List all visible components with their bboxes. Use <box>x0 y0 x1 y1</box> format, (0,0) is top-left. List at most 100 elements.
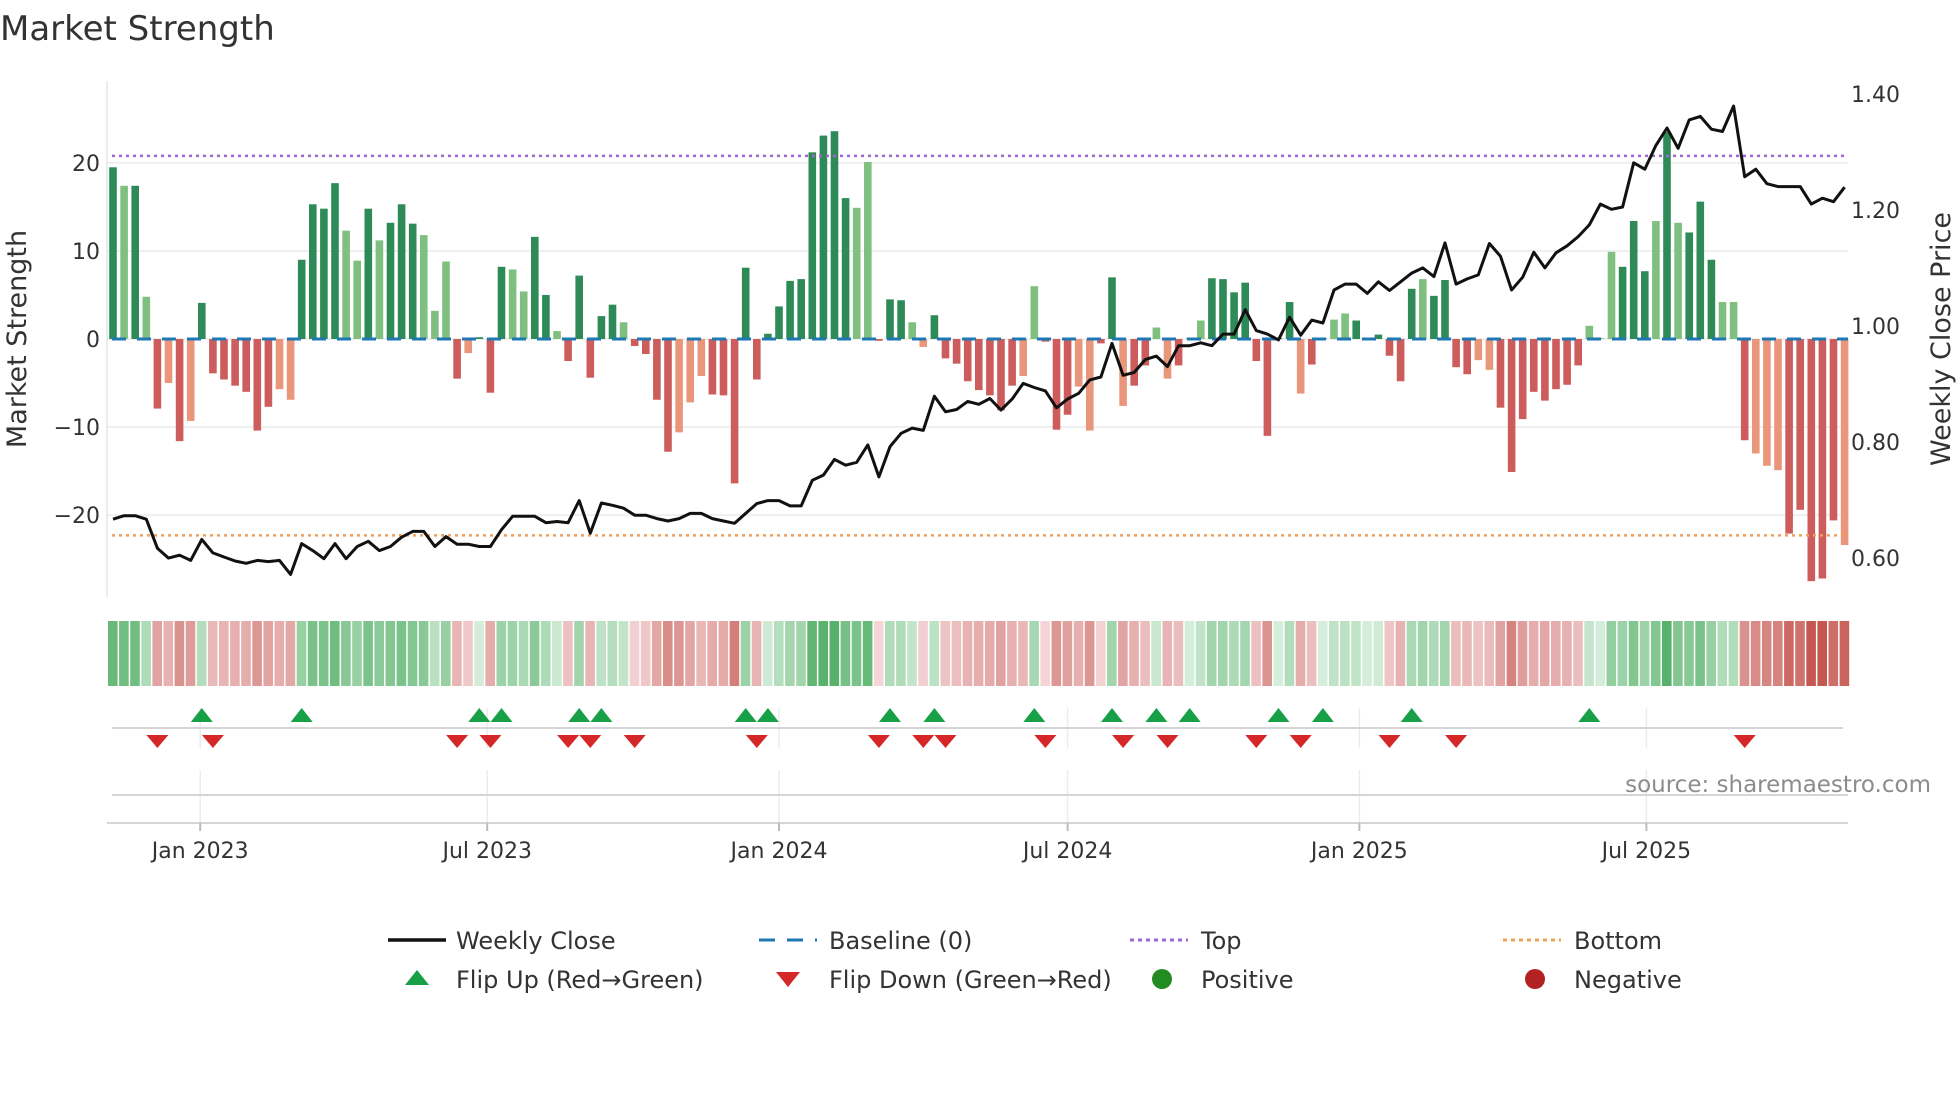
flip-down-marker <box>1378 735 1401 748</box>
heat-strip-cell <box>1728 621 1739 686</box>
strength-bar <box>1341 313 1349 339</box>
heat-strip-cell <box>1773 621 1783 686</box>
strength-bar <box>1197 320 1205 339</box>
strength-bar <box>686 339 694 403</box>
heat-strip-cell <box>540 621 551 686</box>
flip-down-marker <box>623 735 646 748</box>
strength-bar <box>575 275 583 339</box>
heat-strip-cell <box>1040 621 1050 686</box>
heat-strip-cell <box>1107 621 1117 686</box>
strength-bar <box>786 280 794 339</box>
heat-strip-cell <box>1795 621 1805 686</box>
heat-strip-cell <box>640 621 651 686</box>
strength-bar <box>1729 302 1738 339</box>
heat-strip-cell <box>1451 621 1461 686</box>
strength-bar <box>997 339 1005 411</box>
heat-strip-cell <box>529 621 540 686</box>
heat-strip-cell <box>1218 621 1228 686</box>
strength-bar <box>753 339 761 380</box>
heat-strip-cell <box>1406 621 1417 686</box>
strength-bar <box>1774 339 1782 471</box>
strength-bar <box>597 316 606 339</box>
flip-down-marker <box>201 735 224 748</box>
strength-bar <box>653 339 661 400</box>
heat-strip-cell <box>330 621 340 686</box>
strength-bar <box>1330 319 1338 339</box>
heat-strip-cell <box>1084 621 1095 686</box>
strength-bar <box>1829 339 1838 521</box>
strength-bar <box>231 339 239 386</box>
flip-down-marker <box>1289 735 1312 748</box>
y-tick-label: 20 <box>72 152 100 177</box>
heat-strip-cell <box>374 621 384 686</box>
heat-strip-cell <box>1817 621 1827 686</box>
heat-strip-cell <box>1118 621 1128 686</box>
strength-bar <box>1219 279 1227 339</box>
strength-bar <box>1718 302 1727 339</box>
heat-strip-cell <box>307 621 318 686</box>
legend-triangle-down-icon <box>776 972 800 987</box>
strength-bar <box>1296 339 1305 394</box>
heat-strip-cell <box>885 621 895 686</box>
legend: Weekly Close Baseline (0) Top Bottom Flip Up… <box>388 927 1682 994</box>
heat-strip-cell <box>1184 621 1195 686</box>
strength-bar <box>164 339 173 384</box>
heat-strip-cell <box>1140 621 1150 686</box>
strength-bar <box>1530 339 1538 392</box>
heat-strip-cell <box>1784 621 1794 686</box>
y-tick-label: 10 <box>72 240 100 265</box>
heat-strip-cell <box>119 621 129 686</box>
x-tick-label: Jan 2023 <box>150 839 249 864</box>
legend-item: Flip Up (Red→Green) <box>405 966 704 994</box>
strength-bar <box>941 339 950 359</box>
legend-item: Negative <box>1525 966 1682 994</box>
heat-strip-cell <box>574 621 584 686</box>
heat-strip-cell <box>1018 621 1028 686</box>
heat-strip-cell <box>185 621 196 686</box>
strength-bar <box>364 208 373 339</box>
y2-tick-label: 0.60 <box>1851 547 1900 572</box>
strength-heat-strip <box>108 621 1850 686</box>
strength-bar <box>1030 286 1039 339</box>
strength-bar <box>1008 339 1016 386</box>
strength-bar <box>420 235 428 339</box>
heat-strip-cell <box>1628 621 1639 686</box>
heat-strip-cell <box>829 621 840 686</box>
date-gridlines <box>199 708 1648 823</box>
strength-bar <box>1252 339 1261 362</box>
flip-up-marker <box>756 708 779 722</box>
strength-bar <box>1208 278 1216 339</box>
heat-strip-cell <box>1539 621 1550 686</box>
strength-bar <box>975 339 983 391</box>
heat-strip-cell <box>296 621 307 686</box>
strength-bar <box>819 135 828 339</box>
legend-circle-icon <box>1525 969 1545 989</box>
heat-strip-cell <box>1362 621 1372 686</box>
heat-strip-cell <box>785 621 795 686</box>
heat-strip-cell <box>252 621 262 686</box>
strength-bar <box>1352 320 1360 339</box>
strength-bar <box>664 339 672 452</box>
strength-bar <box>309 204 317 339</box>
strength-bar <box>142 296 151 339</box>
heat-strip-cell <box>696 621 706 686</box>
flip-up-marker <box>1145 708 1168 722</box>
heat-strip-cell <box>729 621 740 686</box>
heat-strip-cell <box>163 621 174 686</box>
heat-strip-cell <box>363 621 373 686</box>
heat-strip-cell <box>973 621 984 686</box>
heat-strip-cell <box>762 621 773 686</box>
strength-bar <box>719 339 728 396</box>
y-tick-label: −10 <box>54 416 100 441</box>
flip-down-marker <box>1733 735 1756 748</box>
strength-bar <box>242 339 250 392</box>
heat-strip-cell <box>207 621 218 686</box>
legend-item: Bottom <box>1503 927 1662 955</box>
strength-bar <box>120 185 128 339</box>
strength-bar <box>342 230 350 339</box>
strength-bar <box>708 339 717 395</box>
strength-bar <box>1763 339 1771 466</box>
strength-bar <box>1541 339 1549 401</box>
chart-title: Market Strength <box>0 9 275 49</box>
heat-strip-cell <box>1162 621 1173 686</box>
